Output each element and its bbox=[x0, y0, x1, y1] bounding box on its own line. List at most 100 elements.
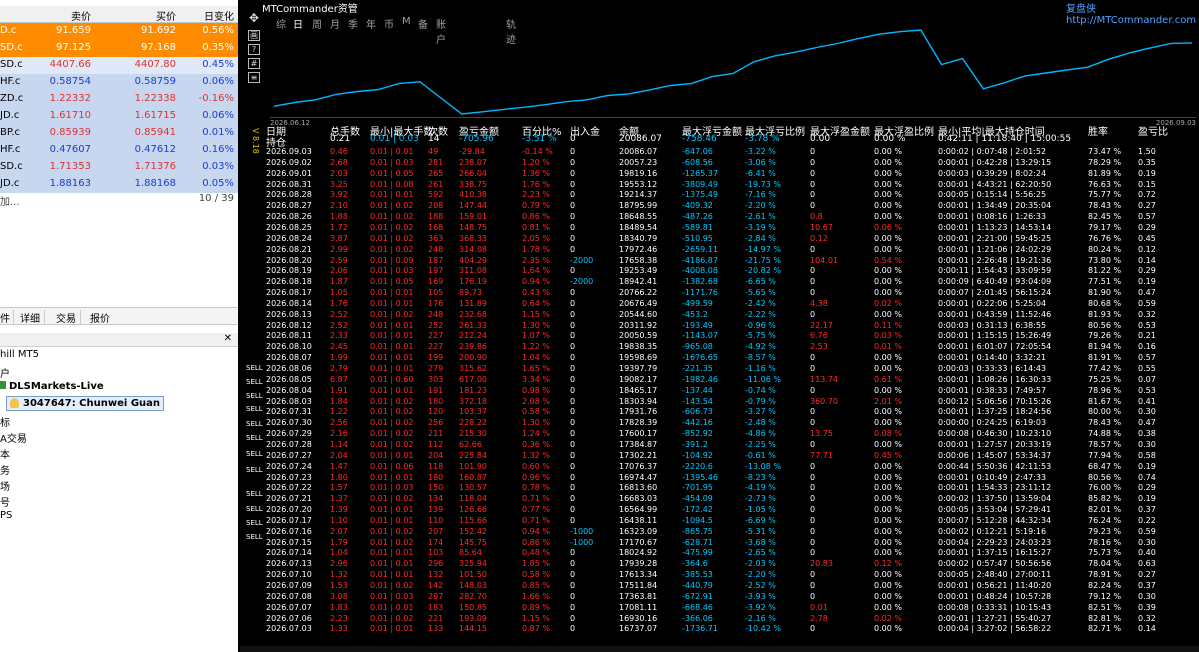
nav-item-services[interactable]: 务 bbox=[0, 462, 10, 477]
cell-date: 2026.07.28 bbox=[266, 439, 312, 449]
cell-pl-ratio: 0.12 bbox=[1138, 244, 1156, 254]
table-row[interactable]: 2026.07.22 1.57 0.01 | 0.03 150 130.57 0.78 %… bbox=[266, 482, 1196, 493]
table-row[interactable]: 2026.07.28 1.14 0.01 | 0.02 112 62.66 0.36 % 0… bbox=[266, 439, 1196, 450]
table-row[interactable]: 2026.07.23 1.80 0.01 | 0.01 180 160.87 0.96 %… bbox=[266, 472, 1196, 483]
table-row[interactable]: 2026.07.29 2.16 0.01 | 0.02 211 215.30 1.24 %… bbox=[266, 428, 1196, 439]
grid-icon[interactable]: # bbox=[248, 58, 260, 69]
help-icon[interactable]: ? bbox=[248, 44, 260, 55]
cell-inout: 0 bbox=[570, 179, 576, 189]
ask-column-header[interactable]: 买价 bbox=[156, 8, 176, 23]
table-row[interactable]: 2026.08.06 2.79 0.01 | 0.01 279 315.62 1.65 %… bbox=[266, 363, 1196, 374]
table-row[interactable]: 2026.07.27 2.04 0.01 | 0.01 204 225.84 1.32 %… bbox=[266, 450, 1196, 461]
table-row[interactable]: 2026.08.21 2.99 0.01 | 0.02 248 314.08 1.78 %… bbox=[266, 244, 1196, 255]
table-row[interactable]: 2026.08.13 2.52 0.01 | 0.02 248 232.68 1.15 %… bbox=[266, 309, 1196, 320]
table-row[interactable]: 2026.07.10 1.32 0.01 | 0.01 132 101.50 0.58 %… bbox=[266, 569, 1196, 580]
nav-item-scripts[interactable]: 本 bbox=[0, 446, 10, 461]
table-row[interactable]: 2026.08.11 2.33 0.01 | 0.01 227 212.24 1.07 %… bbox=[266, 330, 1196, 341]
table-row[interactable]: 2026.07.24 1.47 0.01 | 0.06 118 101.90 0.60 %… bbox=[266, 461, 1196, 472]
table-row[interactable]: 2026.08.24 3.87 0.01 | 0.02 363 368.33 2.05 %… bbox=[266, 233, 1196, 244]
tab-ticks[interactable]: 报价 bbox=[90, 310, 110, 325]
table-row[interactable]: 2026.08.05 6.87 0.01 | 0.60 303 617.00 3.34 %… bbox=[266, 374, 1196, 385]
market-watch-row[interactable]: ZD.c 1.22332 1.22338 -0.16% bbox=[0, 91, 238, 108]
table-row[interactable]: 2026.07.20 1.39 0.01 | 0.01 139 126.66 0.77 %… bbox=[266, 504, 1196, 515]
close-icon[interactable]: ✕ bbox=[224, 333, 232, 344]
nav-item-experts[interactable]: A交易 bbox=[0, 430, 27, 445]
tab-symbols[interactable]: 件 bbox=[0, 310, 14, 325]
table-row[interactable]: 2026.08.12 2.52 0.01 | 0.01 252 261.33 1.30 %… bbox=[266, 320, 1196, 331]
table-row[interactable]: 2026.07.08 3.08 0.01 | 0.03 297 282.70 1.66 %… bbox=[266, 591, 1196, 602]
nav-item-market[interactable]: 场 bbox=[0, 478, 10, 493]
table-row[interactable]: 2026.07.13 2.96 0.01 | 0.01 296 325.94 1.85 %… bbox=[266, 558, 1196, 569]
cell-count: 118 bbox=[428, 461, 444, 471]
table-row[interactable]: 2026.08.03 1.84 0.01 | 0.02 180 372.18 2.08 %… bbox=[266, 396, 1196, 407]
nav-item-accounts[interactable]: 户 bbox=[0, 365, 10, 380]
nav-item-vps[interactable]: PS bbox=[0, 510, 12, 521]
settings-icon[interactable]: ≡ bbox=[248, 72, 260, 83]
table-row[interactable]: 2026.08.27 2.10 0.01 | 0.02 208 147.44 0.79 %… bbox=[266, 200, 1196, 211]
summary-value: -705.96 bbox=[459, 134, 494, 144]
screen-icon[interactable]: 画 bbox=[248, 30, 260, 41]
market-watch-row[interactable]: JD.c 1.61710 1.61715 0.06% bbox=[0, 108, 238, 125]
bid-column-header[interactable]: 卖价 bbox=[71, 8, 91, 23]
table-row[interactable]: 2026.08.31 3.25 0.01 | 0.08 261 338.75 1.76 %… bbox=[266, 179, 1196, 190]
nav-item-indicators[interactable]: 标 bbox=[0, 414, 10, 429]
cell-hold-time: 0:00:04 | 3:27:02 | 56:58:22 bbox=[938, 624, 1052, 634]
table-row[interactable]: 2026.08.25 1.72 0.01 | 0.02 168 148.75 0.81 %… bbox=[266, 222, 1196, 233]
table-row[interactable]: 2026.08.04 1.91 0.01 | 0.01 191 181.23 0.98 %… bbox=[266, 385, 1196, 396]
table-row[interactable]: 2026.07.06 2.23 0.01 | 0.02 221 193.09 1.15 %… bbox=[266, 613, 1196, 624]
table-row[interactable]: 2026.07.03 1.33 0.01 | 0.01 133 144.15 0.87 %… bbox=[266, 623, 1196, 634]
cell-float-profit: 0 bbox=[810, 624, 816, 634]
table-row[interactable]: 2026.07.16 2.07 0.01 | 0.02 207 152.42 0.94 %… bbox=[266, 526, 1196, 537]
table-row[interactable]: 2026.08.10 2.45 0.01 | 0.01 227 239.86 1.22 %… bbox=[266, 341, 1196, 352]
cell-minmax: 0.01 | 0.02 bbox=[370, 439, 414, 449]
tab-trading[interactable]: 交易 bbox=[56, 310, 81, 325]
market-watch-row[interactable]: BP.c 0.85939 0.85941 0.01% bbox=[0, 125, 238, 142]
nav-item-account-selected[interactable]: 3047647: Chunwei Guan bbox=[6, 396, 165, 411]
nav-item-platform[interactable]: hill MT5 bbox=[0, 349, 39, 360]
market-watch-row[interactable]: HF.c 0.58754 0.58759 0.06% bbox=[0, 74, 238, 91]
table-row[interactable]: 2026.08.18 1.87 0.01 | 0.05 169 176.19 0.94 %… bbox=[266, 276, 1196, 287]
nav-item-signals[interactable]: 号 bbox=[0, 494, 10, 509]
tab-details[interactable]: 详细 bbox=[20, 310, 45, 325]
cell-balance: 17081.11 bbox=[619, 602, 658, 612]
cell-count: 281 bbox=[428, 157, 444, 167]
table-row[interactable]: 2026.07.21 1.37 0.01 | 0.02 134 118.04 0.71 %… bbox=[266, 493, 1196, 504]
header-label[interactable]: 盈亏比 bbox=[1138, 123, 1168, 138]
table-row[interactable]: 2026.08.19 2.06 0.01 | 0.03 197 311.08 1.64 %… bbox=[266, 265, 1196, 276]
table-row[interactable]: 2026.07.17 1.10 0.01 | 0.01 110 115.66 0.71 %… bbox=[266, 515, 1196, 526]
market-watch-row[interactable]: HF.c 0.47607 0.47612 0.16% bbox=[0, 142, 238, 159]
table-row[interactable]: 2026.08.20 2.59 0.01 | 0.09 187 404.29 2.35 %… bbox=[266, 255, 1196, 266]
brand-link[interactable]: 复盘侠 http://MTCommander.com bbox=[1066, 0, 1199, 26]
cell-float-profit: 2.53 bbox=[810, 342, 828, 352]
move-icon[interactable]: ✥ bbox=[248, 12, 260, 25]
market-watch-row[interactable]: SD.c 1.71353 1.71376 0.03% bbox=[0, 159, 238, 176]
table-row[interactable]: 2026.07.30 2.56 0.01 | 0.02 256 228.22 1.30 %… bbox=[266, 417, 1196, 428]
cell-count: 199 bbox=[428, 353, 444, 363]
market-watch-row[interactable]: SD.c 97.125 97.168 0.35% bbox=[0, 40, 238, 57]
table-row[interactable]: 2026.07.15 1.79 0.01 | 0.02 174 145.75 0.86 %… bbox=[266, 537, 1196, 548]
table-row[interactable]: 2026.08.26 1.88 0.01 | 0.02 188 159.01 0.86 %… bbox=[266, 211, 1196, 222]
cell-lots: 2.04 bbox=[330, 450, 348, 460]
table-row[interactable]: 2026.07.14 1.04 0.01 | 0.01 103 85.64 0.48 % 0… bbox=[266, 547, 1196, 558]
cell-pnl: 181.23 bbox=[459, 385, 487, 395]
market-watch-row[interactable]: D.c 91.659 91.692 0.56% bbox=[0, 23, 238, 40]
table-row[interactable]: 2026.09.01 2.03 0.01 | 0.05 265 266.04 1.36 %… bbox=[266, 168, 1196, 179]
table-row[interactable]: 2026.08.14 1.76 0.01 | 0.01 176 131.89 0.64 %… bbox=[266, 298, 1196, 309]
market-watch-bid: 97.125 bbox=[56, 42, 91, 53]
change-column-header[interactable]: 日变化 bbox=[204, 8, 234, 23]
table-row[interactable]: 2026.08.07 1.99 0.01 | 0.01 199 200.90 1.04 %… bbox=[266, 352, 1196, 363]
table-row[interactable]: 2026.07.31 1.22 0.01 | 0.02 120 103.37 0.58 %… bbox=[266, 406, 1196, 417]
cell-float-profit-pct: 0.00 % bbox=[874, 418, 902, 428]
cell-minmax: 0.01 | 0.01 bbox=[370, 505, 414, 515]
cell-pct: 0.60 % bbox=[522, 461, 550, 471]
table-row[interactable]: 2026.09.03 0.46 0.01 | 0.01 49 -29.84 -0.14 %… bbox=[266, 146, 1196, 157]
add-symbol-link[interactable]: 加... bbox=[0, 193, 20, 208]
table-row[interactable]: 2026.08.28 3.92 0.01 | 0.01 592 410.38 2.23 %… bbox=[266, 189, 1196, 200]
table-row[interactable]: 2026.09.02 2.68 0.01 | 0.03 281 238.07 1.20 %… bbox=[266, 157, 1196, 168]
header-label[interactable]: 胜率 bbox=[1088, 123, 1108, 138]
table-row[interactable]: 2026.07.07 1.83 0.01 | 0.01 183 150.85 0.89 %… bbox=[266, 602, 1196, 613]
market-watch-row[interactable]: SD.c 4407.66 4407.80 0.45% bbox=[0, 57, 238, 74]
nav-item-server[interactable]: DLSMarkets-Live bbox=[0, 381, 104, 392]
table-row[interactable]: 2026.07.09 1.53 0.01 | 0.02 142 148.03 0.85 %… bbox=[266, 580, 1196, 591]
table-row[interactable]: 2026.08.17 1.05 0.01 | 0.01 105 89.73 0.43 % 0… bbox=[266, 287, 1196, 298]
